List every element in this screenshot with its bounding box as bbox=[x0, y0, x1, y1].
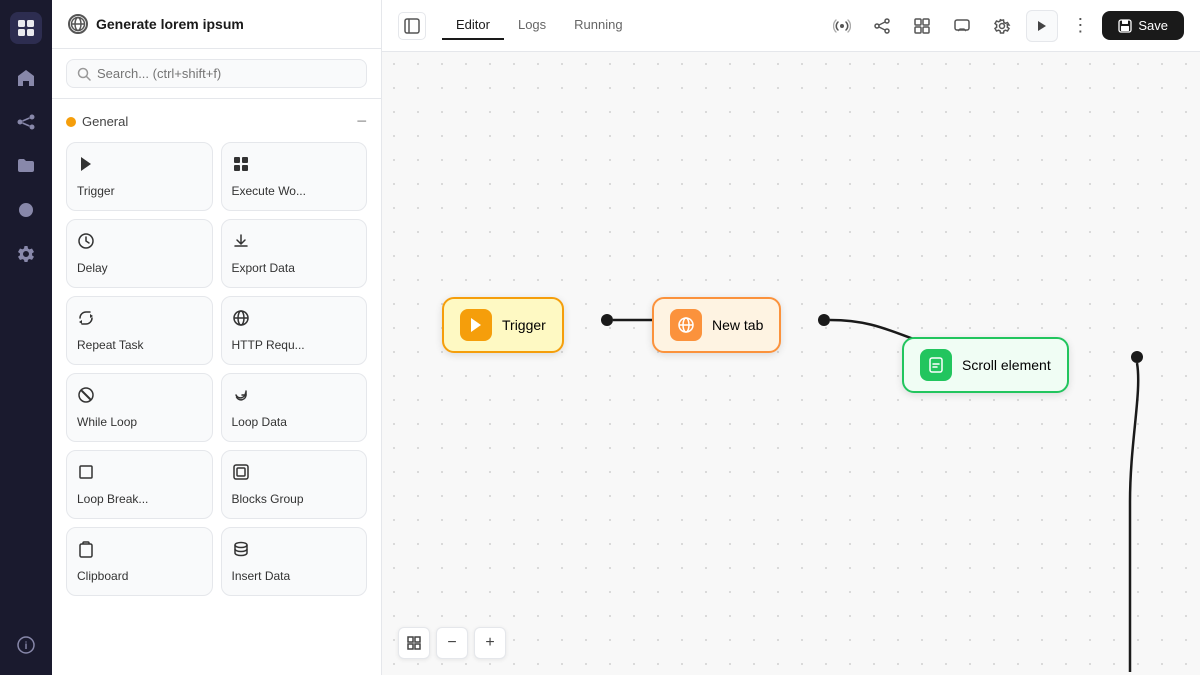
section-header: General − bbox=[66, 111, 367, 132]
nav-home-icon[interactable] bbox=[8, 60, 44, 96]
nav-settings-icon[interactable] bbox=[8, 236, 44, 272]
block-repeat-label: Repeat Task bbox=[77, 338, 144, 352]
repeat-icon bbox=[77, 309, 95, 332]
search-bar bbox=[52, 49, 381, 99]
block-export-label: Export Data bbox=[232, 261, 295, 275]
execute-icon bbox=[232, 155, 250, 178]
block-loop-data[interactable]: Loop Data bbox=[221, 373, 368, 442]
nav-workflow-icon[interactable] bbox=[8, 104, 44, 140]
nav-folder-icon[interactable] bbox=[8, 148, 44, 184]
section-label: General bbox=[66, 114, 128, 129]
more-options-button[interactable]: ⋮ bbox=[1066, 12, 1094, 40]
fit-screen-button[interactable] bbox=[398, 627, 430, 659]
toolbar: Editor Logs Running ⋮ Save bbox=[382, 0, 1200, 52]
block-blocks-group[interactable]: Blocks Group bbox=[221, 450, 368, 519]
block-trigger-label: Trigger bbox=[77, 184, 115, 198]
globe-icon bbox=[68, 14, 88, 34]
icon-sidebar: i bbox=[0, 0, 52, 675]
antenna-icon-button[interactable] bbox=[826, 10, 858, 42]
newtab-node-icon bbox=[670, 309, 702, 341]
block-trigger[interactable]: Trigger bbox=[66, 142, 213, 211]
connections-svg bbox=[382, 52, 1200, 675]
block-repeat-task[interactable]: Repeat Task bbox=[66, 296, 213, 365]
block-http-label: HTTP Requ... bbox=[232, 338, 305, 352]
zoom-in-icon: + bbox=[485, 635, 494, 651]
panel-toggle-button[interactable] bbox=[398, 12, 426, 40]
block-insert-data-label: Insert Data bbox=[232, 569, 291, 583]
tab-running[interactable]: Running bbox=[560, 11, 636, 40]
blocks-grid: Trigger Execute Wo... Delay bbox=[66, 142, 367, 596]
scroll-node-icon bbox=[920, 349, 952, 381]
grid-icon-button[interactable] bbox=[906, 10, 938, 42]
save-label: Save bbox=[1138, 18, 1168, 33]
node-trigger[interactable]: Trigger bbox=[442, 297, 564, 353]
scroll-node-label: Scroll element bbox=[962, 357, 1051, 373]
delay-icon bbox=[77, 232, 95, 255]
insert-icon bbox=[232, 540, 250, 563]
search-wrapper bbox=[66, 59, 367, 88]
block-clipboard[interactable]: Clipboard bbox=[66, 527, 213, 596]
block-http-requ[interactable]: HTTP Requ... bbox=[221, 296, 368, 365]
section-title: General bbox=[82, 114, 128, 129]
block-clipboard-label: Clipboard bbox=[77, 569, 128, 583]
trigger-node-icon bbox=[460, 309, 492, 341]
while-icon bbox=[77, 386, 95, 409]
loop-break-icon bbox=[77, 463, 95, 486]
toolbar-tabs: Editor Logs Running bbox=[442, 11, 637, 40]
zoom-in-button[interactable]: + bbox=[474, 627, 506, 659]
blocks-section: General − Trigger Execute Wo... bbox=[52, 99, 381, 675]
nav-history-icon[interactable] bbox=[8, 192, 44, 228]
svg-text:i: i bbox=[25, 641, 28, 652]
section-dot bbox=[66, 117, 76, 127]
block-export-data[interactable]: Export Data bbox=[221, 219, 368, 288]
block-execute-label: Execute Wo... bbox=[232, 184, 306, 198]
tab-editor[interactable]: Editor bbox=[442, 11, 504, 40]
export-icon bbox=[232, 232, 250, 255]
block-while-label: While Loop bbox=[77, 415, 137, 429]
play-button[interactable] bbox=[1026, 10, 1058, 42]
node-scroll[interactable]: Scroll element bbox=[902, 337, 1069, 393]
trigger-node-label: Trigger bbox=[502, 317, 546, 333]
panel-title: Generate lorem ipsum bbox=[96, 16, 244, 32]
newtab-node-label: New tab bbox=[712, 317, 763, 333]
block-delay[interactable]: Delay bbox=[66, 219, 213, 288]
tab-logs[interactable]: Logs bbox=[504, 11, 560, 40]
main-content: Editor Logs Running ⋮ Save bbox=[382, 0, 1200, 675]
block-delay-label: Delay bbox=[77, 261, 108, 275]
panel-header: Generate lorem ipsum bbox=[52, 0, 381, 49]
panel-sidebar: Generate lorem ipsum General − Tr bbox=[52, 0, 382, 675]
block-loop-break-label: Loop Break... bbox=[77, 492, 148, 506]
share-icon-button[interactable] bbox=[866, 10, 898, 42]
block-while-loop[interactable]: While Loop bbox=[66, 373, 213, 442]
canvas[interactable]: Trigger New tab Scroll element − + bbox=[382, 52, 1200, 675]
collapse-button[interactable]: − bbox=[356, 111, 367, 132]
block-blocks-group-label: Blocks Group bbox=[232, 492, 304, 506]
save-icon bbox=[1118, 19, 1132, 33]
block-insert-data[interactable]: Insert Data bbox=[221, 527, 368, 596]
block-loop-break[interactable]: Loop Break... bbox=[66, 450, 213, 519]
canvas-controls: − + bbox=[398, 627, 506, 659]
app-logo[interactable] bbox=[10, 12, 42, 44]
search-input[interactable] bbox=[97, 66, 356, 81]
save-button[interactable]: Save bbox=[1102, 11, 1184, 40]
blocks-group-icon bbox=[232, 463, 250, 486]
toolbar-settings-icon-button[interactable] bbox=[986, 10, 1018, 42]
loop-icon bbox=[232, 386, 250, 409]
zoom-out-button[interactable]: − bbox=[436, 627, 468, 659]
zoom-out-icon: − bbox=[447, 635, 456, 651]
block-loop-data-label: Loop Data bbox=[232, 415, 287, 429]
message-icon-button[interactable] bbox=[946, 10, 978, 42]
clipboard-icon bbox=[77, 540, 95, 563]
node-newtab[interactable]: New tab bbox=[652, 297, 781, 353]
trigger-icon bbox=[77, 155, 95, 178]
http-icon bbox=[232, 309, 250, 332]
info-icon[interactable]: i bbox=[8, 627, 44, 663]
block-execute-wo[interactable]: Execute Wo... bbox=[221, 142, 368, 211]
search-icon bbox=[77, 67, 91, 81]
